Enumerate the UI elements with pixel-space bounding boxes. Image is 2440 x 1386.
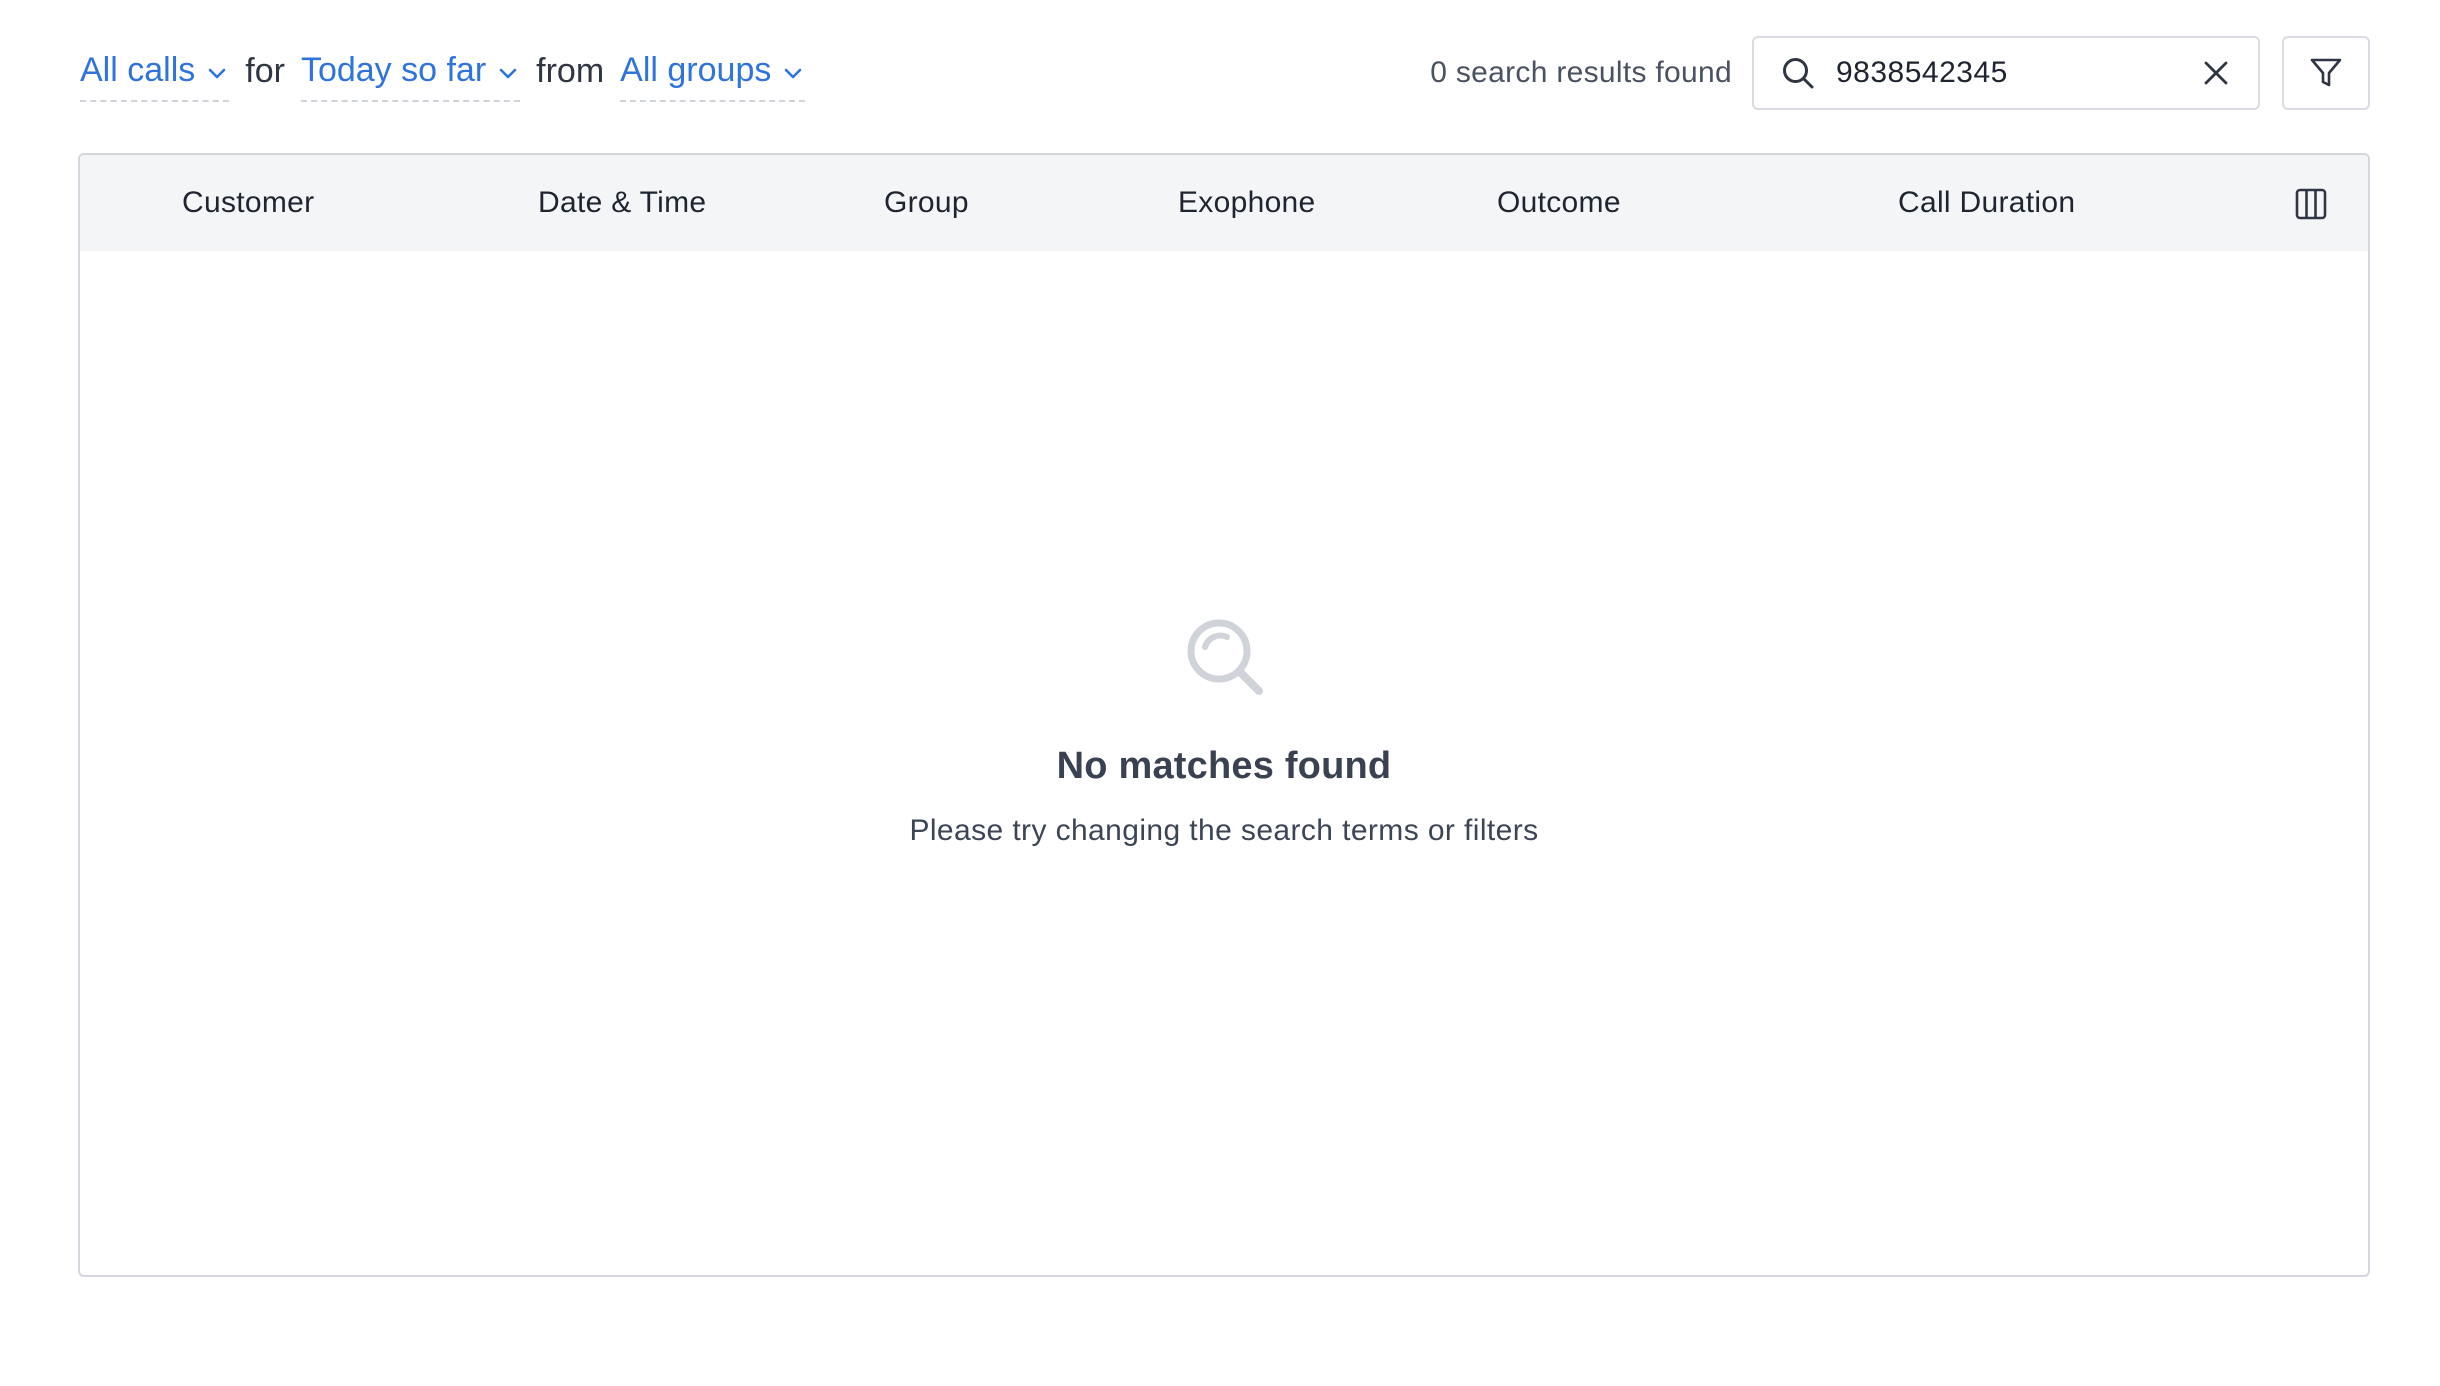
filter-funnel-icon <box>2310 58 2342 87</box>
call-type-label: All calls <box>80 50 196 89</box>
column-header-exophone[interactable]: Exophone <box>1178 155 1316 251</box>
period-label: Today so far <box>300 50 487 89</box>
search-input[interactable] <box>1834 55 2178 91</box>
search-box[interactable] <box>1752 36 2260 110</box>
filter-button[interactable] <box>2282 36 2370 110</box>
filter-connector-for: for <box>245 51 285 90</box>
empty-state-subtitle: Please try changing the search terms or … <box>909 814 1539 847</box>
close-icon[interactable] <box>2202 59 2230 87</box>
empty-state: No matches found Please try changing the… <box>80 615 2368 848</box>
column-header-date-time[interactable]: Date & Time <box>538 155 706 251</box>
column-header-group[interactable]: Group <box>884 155 969 251</box>
chevron-down-icon <box>499 68 517 79</box>
column-header-outcome[interactable]: Outcome <box>1497 155 1621 251</box>
period-dropdown[interactable]: Today so far <box>300 50 521 102</box>
magnifier-empty-icon <box>1187 619 1263 695</box>
table-header: Customer Date & Time Group Exophone Outc… <box>80 155 2368 251</box>
filter-bar: All calls for Today so far from All grou… <box>80 40 806 102</box>
filter-connector-from: from <box>536 51 605 90</box>
search-results-count: 0 search results found <box>1430 56 1732 89</box>
group-label: All groups <box>620 50 772 89</box>
call-type-dropdown[interactable]: All calls <box>80 50 230 102</box>
group-dropdown[interactable]: All groups <box>620 50 806 102</box>
column-header-call-duration[interactable]: Call Duration <box>1898 155 2075 251</box>
columns-icon[interactable] <box>2294 187 2328 221</box>
chevron-down-icon <box>208 68 226 79</box>
empty-state-title: No matches found <box>1056 745 1392 787</box>
column-header-customer[interactable]: Customer <box>182 155 314 251</box>
calls-table: Customer Date & Time Group Exophone Outc… <box>78 153 2370 1277</box>
chevron-down-icon <box>785 68 802 79</box>
search-icon <box>1783 58 1814 89</box>
